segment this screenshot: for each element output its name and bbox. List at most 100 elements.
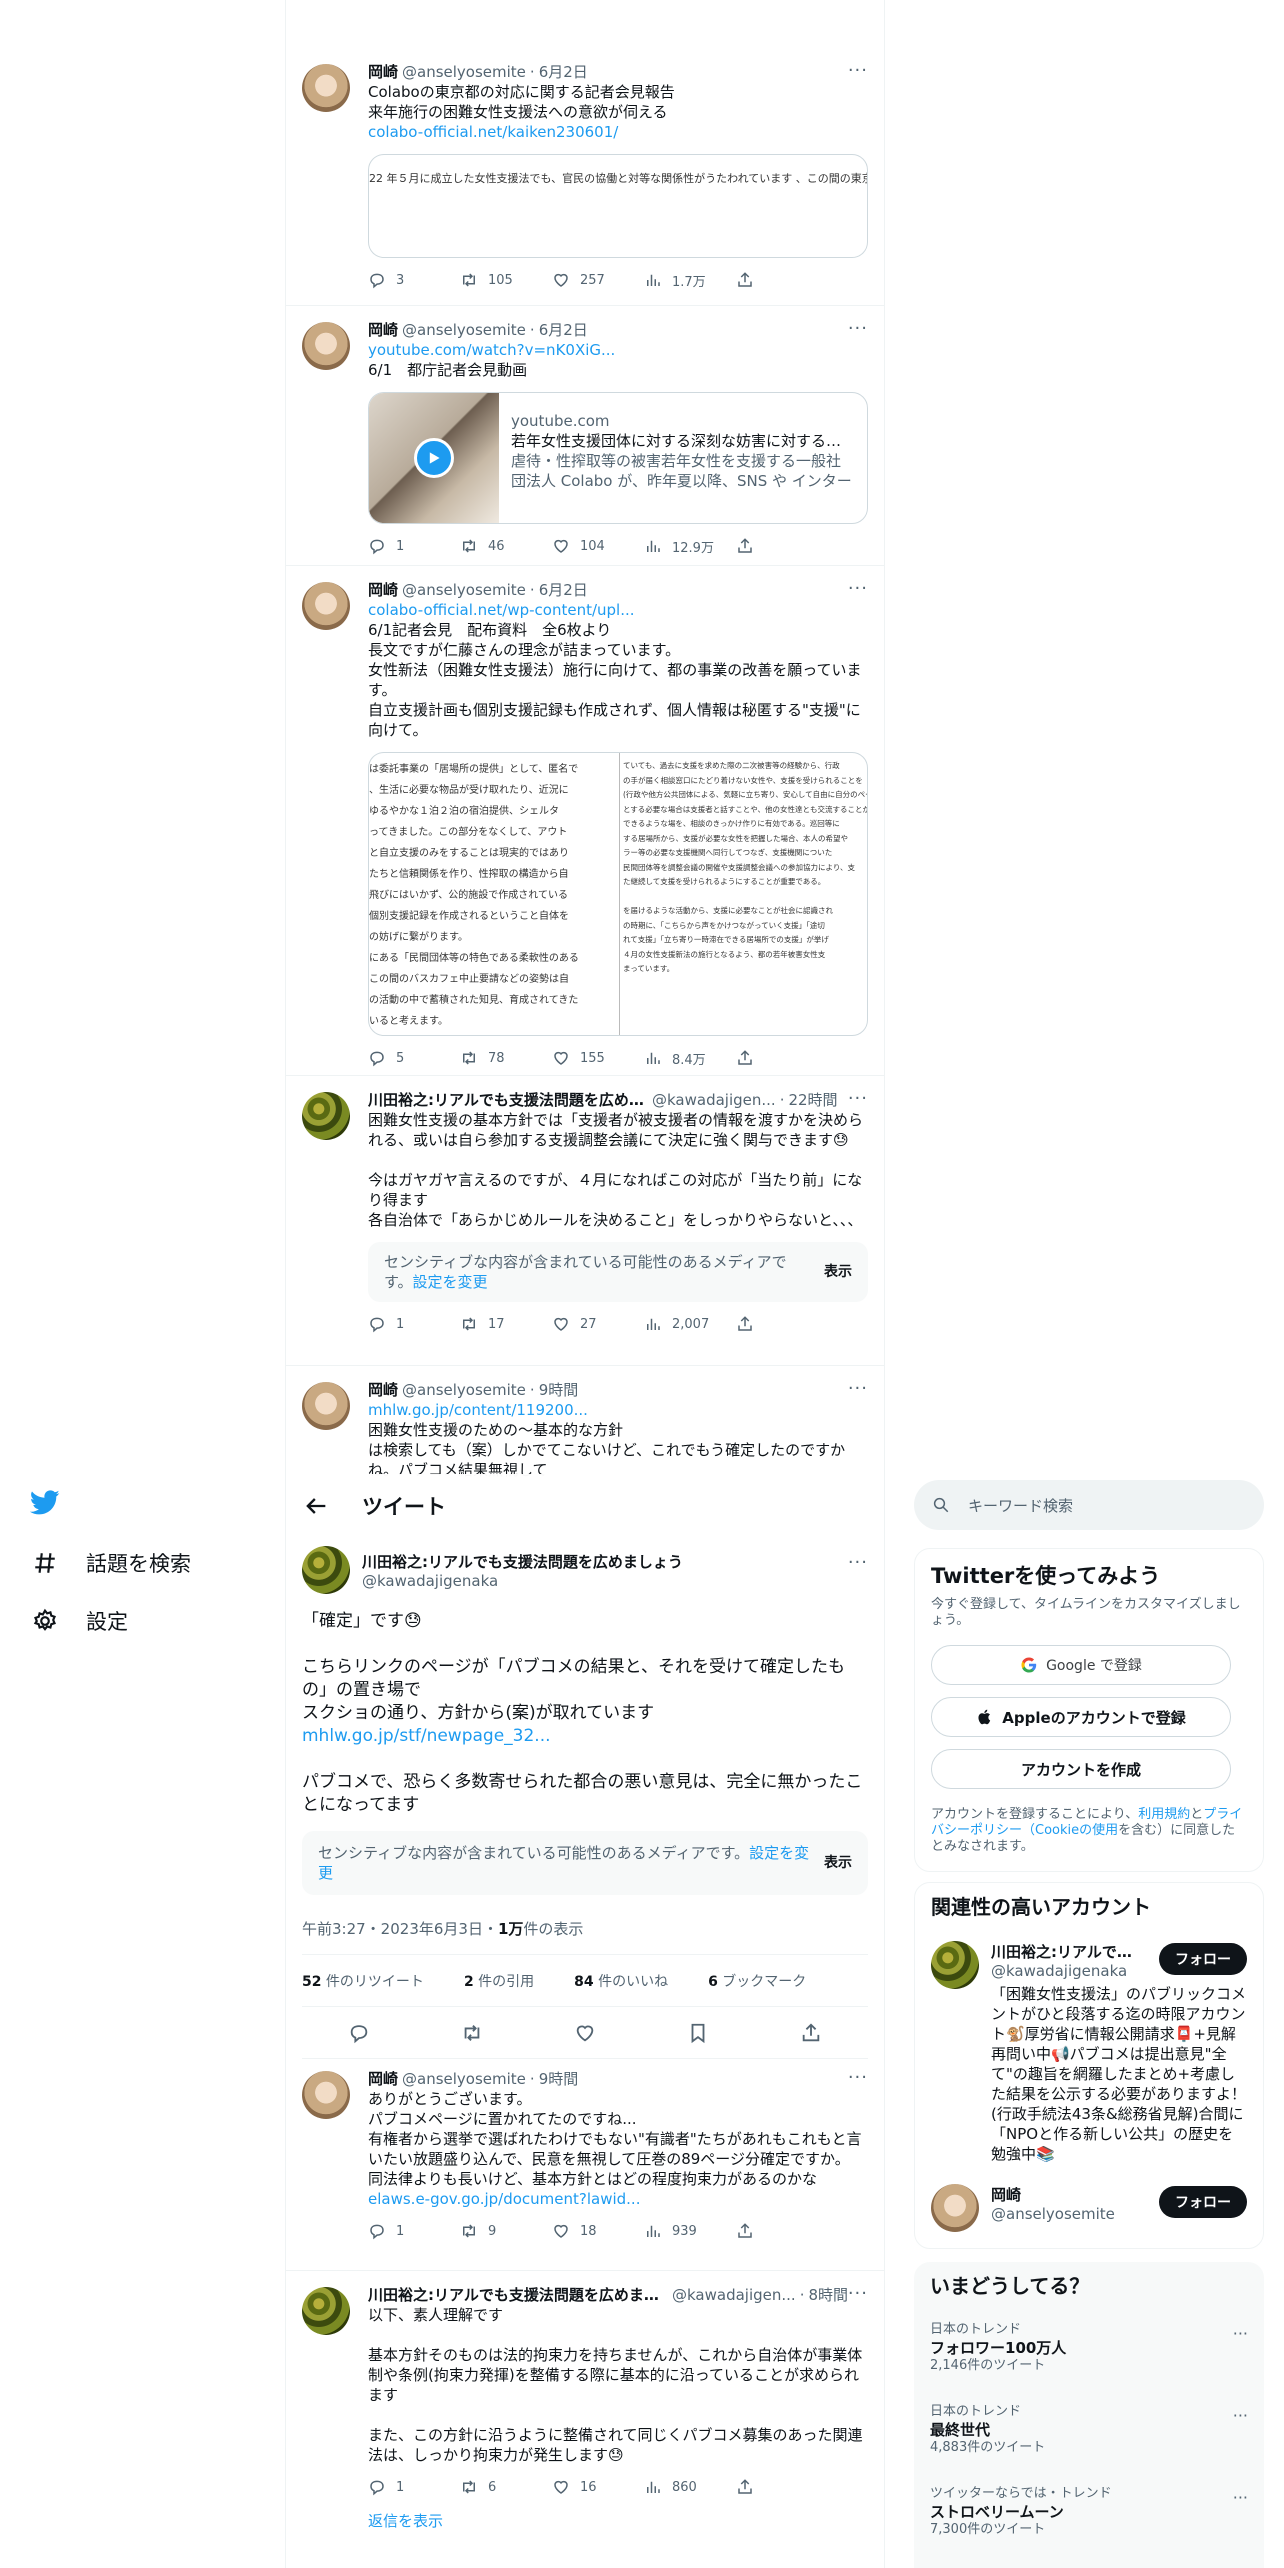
retweets-stat[interactable]: 52 件のリツイート <box>302 1971 444 1991</box>
reply-button[interactable]: 1 <box>368 2222 460 2240</box>
more-icon[interactable]: ··· <box>848 2067 868 2088</box>
trend-item[interactable]: ツイッターならでは・トレンド ストロベリームーン 7,300件のツイート ··· <box>914 2474 1264 2556</box>
timestamp[interactable]: 6月2日 <box>539 580 588 600</box>
reply-button[interactable]: 1 <box>368 537 460 555</box>
create-account-button[interactable]: アカウントを作成 <box>931 1749 1231 1789</box>
tweet[interactable]: 岡崎 @anselyosemite · 9時間 ··· mhlw.go.jp/c… <box>286 1366 884 1486</box>
tweet-datetime[interactable]: 午前3:27・2023年6月3日・ <box>302 1918 498 1939</box>
reply-button[interactable]: 3 <box>368 271 460 289</box>
account-name[interactable]: 川田裕之:リアルでも... <box>991 1941 1141 1962</box>
follow-button[interactable]: フォロー <box>1159 2186 1247 2218</box>
author-handle[interactable]: @kawadajigenaka <box>362 1572 683 1590</box>
retweet-icon[interactable] <box>461 2022 483 2044</box>
author-handle[interactable]: @anselyosemite <box>402 2069 526 2089</box>
more-icon[interactable]: ··· <box>848 2283 868 2304</box>
author-name[interactable]: 岡崎 <box>368 2069 398 2089</box>
avatar[interactable] <box>931 1941 979 1989</box>
nav-settings[interactable]: 設定 <box>0 1592 285 1650</box>
play-icon[interactable] <box>414 438 454 478</box>
avatar[interactable] <box>302 2287 350 2335</box>
more-icon[interactable]: ··· <box>848 1088 868 1109</box>
more-icon[interactable]: ··· <box>848 60 868 81</box>
share-button[interactable] <box>736 2478 828 2496</box>
views-button[interactable]: 12.9万 <box>644 537 736 556</box>
retweet-button[interactable]: 17 <box>460 1315 552 1333</box>
author-name[interactable]: 岡崎 <box>368 320 398 340</box>
twitter-logo[interactable] <box>0 1470 285 1534</box>
author-name[interactable]: 岡崎 <box>368 580 398 600</box>
more-icon[interactable]: ··· <box>1233 2324 1248 2343</box>
avatar[interactable] <box>302 582 350 630</box>
timestamp[interactable]: 8時間 <box>808 2285 848 2305</box>
retweet-button[interactable]: 9 <box>460 2222 552 2240</box>
author-handle[interactable]: @anselyosemite <box>402 62 526 82</box>
nav-explore[interactable]: 話題を検索 <box>0 1534 285 1592</box>
change-settings-link[interactable]: 設定を変更 <box>413 1273 488 1291</box>
account-name[interactable]: 岡崎 <box>991 2184 1141 2205</box>
avatar[interactable] <box>302 322 350 370</box>
avatar[interactable] <box>302 1382 350 1430</box>
share-button[interactable] <box>736 1049 828 1067</box>
author-handle[interactable]: @kawadajigen... <box>672 2285 796 2305</box>
show-replies-link[interactable]: 返信を表示 <box>368 2511 868 2531</box>
likes-stat[interactable]: 84 件のいいね <box>574 1971 688 1991</box>
google-signup-button[interactable]: Google で登録 <box>931 1645 1231 1685</box>
account-handle[interactable]: @anselyosemite <box>991 2205 1141 2223</box>
tweet[interactable]: 岡崎 @anselyosemite · 6月2日 ··· Colaboの東京都の… <box>286 48 884 306</box>
share-button[interactable] <box>736 271 828 289</box>
reply-button[interactable]: 1 <box>368 1315 460 1333</box>
like-button[interactable]: 257 <box>552 271 644 289</box>
avatar[interactable] <box>302 2071 350 2119</box>
like-button[interactable]: 155 <box>552 1049 644 1067</box>
tweet-link[interactable]: elaws.e-gov.go.jp/document?lawid... <box>368 2189 868 2209</box>
apple-signup-button[interactable]: Appleのアカウントで登録 <box>931 1697 1231 1737</box>
more-icon[interactable]: ··· <box>848 578 868 599</box>
reply-tweet[interactable]: 川田裕之:リアルでも支援法問題を広めまし... @kawadajigen... … <box>286 2271 884 2543</box>
related-account[interactable]: 川田裕之:リアルでも... @kawadajigenaka 「困難女性支援法」の… <box>915 1931 1263 2174</box>
author-handle[interactable]: @anselyosemite <box>402 580 526 600</box>
avatar[interactable] <box>302 1092 350 1140</box>
author-name[interactable]: 岡崎 <box>368 62 398 82</box>
author-name[interactable]: 川田裕之:リアルでも支援法問題を広めま... <box>368 1090 648 1110</box>
tweet-image[interactable]: は委託事業の「居場所の提供」として、匿名で 、生活に必要な物品が受け取れたり、近… <box>368 752 868 1036</box>
timestamp[interactable]: 22時間 <box>788 1090 837 1110</box>
views-button[interactable]: 860 <box>644 2478 736 2496</box>
tweet-link[interactable]: mhlw.go.jp/content/119200... <box>368 1400 868 1420</box>
bookmark-icon[interactable] <box>687 2022 709 2044</box>
author-handle[interactable]: @anselyosemite <box>402 1380 526 1400</box>
like-button[interactable]: 18 <box>552 2222 644 2240</box>
author-handle[interactable]: @kawadajigen... <box>652 1090 776 1110</box>
reply-tweet[interactable]: 岡崎 @anselyosemite · 9時間 ··· ありがとうございます。 … <box>286 2055 884 2271</box>
more-icon[interactable]: ··· <box>848 318 868 339</box>
tweet[interactable]: 川田裕之:リアルでも支援法問題を広めま... @kawadajigen... ·… <box>286 1076 884 1366</box>
retweet-button[interactable]: 46 <box>460 537 552 555</box>
show-media-button[interactable]: 表示 <box>824 1853 852 1873</box>
author-name[interactable]: 川田裕之:リアルでも支援法問題を広めまし... <box>368 2285 668 2305</box>
views-button[interactable]: 1.7万 <box>644 271 736 290</box>
share-button[interactable] <box>736 1315 828 1333</box>
like-button[interactable]: 27 <box>552 1315 644 1333</box>
more-icon[interactable]: ··· <box>1233 2406 1248 2425</box>
views-button[interactable]: 939 <box>644 2222 736 2240</box>
more-icon[interactable]: ··· <box>848 1552 868 1573</box>
back-arrow-icon[interactable] <box>302 1492 330 1520</box>
share-button[interactable] <box>736 2222 828 2240</box>
video-thumbnail[interactable] <box>369 393 499 523</box>
like-button[interactable]: 16 <box>552 2478 644 2496</box>
timestamp[interactable]: 9時間 <box>539 2069 579 2089</box>
like-button[interactable]: 104 <box>552 537 644 555</box>
reply-button[interactable]: 5 <box>368 1049 460 1067</box>
reply-button[interactable]: 1 <box>368 2478 460 2496</box>
more-icon[interactable]: ··· <box>1233 2488 1248 2507</box>
avatar[interactable] <box>302 1546 350 1594</box>
show-media-button[interactable]: 表示 <box>824 1262 852 1282</box>
share-icon[interactable] <box>800 2022 822 2044</box>
retweet-button[interactable]: 6 <box>460 2478 552 2496</box>
share-button[interactable] <box>736 537 828 555</box>
trend-item[interactable]: 日本のトレンド 最終世代 4,883件のツイート ··· <box>914 2392 1264 2474</box>
tweet-image[interactable]: 22 年５月に成立した女性支援法でも、官民の協働と対等な関係性がうたわれています… <box>368 154 868 258</box>
more-icon[interactable]: ··· <box>848 1378 868 1399</box>
tweet[interactable]: 岡崎 @anselyosemite · 6月2日 ··· youtube.com… <box>286 306 884 566</box>
retweet-button[interactable]: 78 <box>460 1049 552 1067</box>
retweet-button[interactable]: 105 <box>460 271 552 289</box>
